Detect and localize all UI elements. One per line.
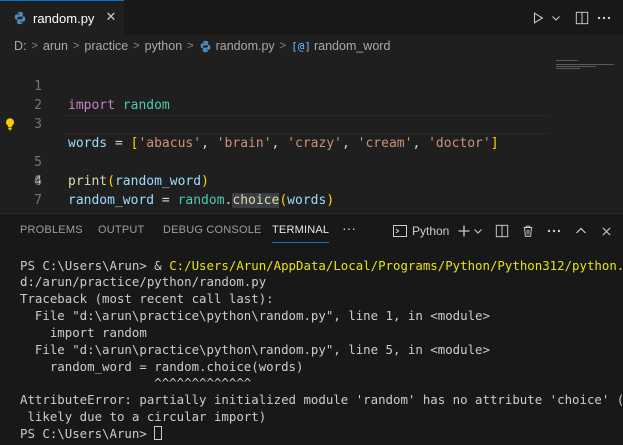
python-file-icon bbox=[200, 40, 210, 52]
terminal-line: likely due to a circular import) bbox=[20, 409, 267, 424]
code-line-7: 7 bbox=[0, 172, 623, 208]
minimap[interactable] bbox=[556, 60, 616, 72]
lightbulb-icon[interactable] bbox=[3, 117, 17, 131]
code-editor[interactable]: 1 import random 2 3 words = ['abacus', '… bbox=[0, 57, 623, 227]
close-tab-icon[interactable]: ✕ bbox=[103, 9, 119, 25]
terminal-line: d:/arun/practice/python/random.py bbox=[20, 274, 267, 289]
terminal-line: import random bbox=[20, 325, 147, 340]
terminal-line: random_word = random.choice(words) bbox=[20, 359, 304, 374]
terminal-prompt: PS C:\Users\Arun> bbox=[20, 426, 155, 441]
panel-more-tabs-icon[interactable]: ··· bbox=[342, 220, 356, 236]
terminal-line: File "d:\arun\practice\python\random.py"… bbox=[20, 342, 490, 357]
code-line-4: 4 random_word = random.choice(words) bbox=[0, 115, 623, 208]
editor-actions bbox=[529, 0, 623, 35]
breadcrumb: D: > arun > practice > python > random.p… bbox=[0, 35, 623, 57]
trash-icon[interactable] bbox=[521, 221, 535, 241]
close-panel-icon[interactable] bbox=[601, 221, 612, 241]
terminal-cursor bbox=[154, 426, 163, 440]
breadcrumb-folder-python[interactable]: python bbox=[145, 39, 183, 53]
tab-problems[interactable]: PROBLEMS bbox=[20, 224, 83, 236]
editor-tab-bar: random.py ✕ bbox=[0, 0, 623, 35]
maximize-panel-chevron-up-icon[interactable] bbox=[575, 221, 587, 241]
terminal-dropdown-chevron-icon[interactable] bbox=[473, 221, 483, 241]
chevron-right-icon: > bbox=[31, 40, 38, 52]
bottom-panel: PROBLEMS OUTPUT DEBUG CONSOLE TERMINAL ·… bbox=[0, 213, 623, 445]
terminal-line: Traceback (most recent call last): bbox=[20, 291, 274, 306]
more-actions-icon[interactable] bbox=[595, 9, 613, 27]
tab-debug-console[interactable]: DEBUG CONSOLE bbox=[163, 224, 262, 236]
run-python-file-icon[interactable] bbox=[529, 9, 547, 27]
terminal-profile-label: Python bbox=[412, 224, 450, 238]
run-dropdown-chevron-icon[interactable] bbox=[551, 9, 561, 27]
terminal-profile-button[interactable]: Python bbox=[392, 221, 449, 241]
chevron-right-icon: > bbox=[72, 40, 80, 52]
terminal-command-path: C:/Users/Arun/AppData/Local/Programs/Pyt… bbox=[169, 258, 623, 273]
python-file-icon bbox=[14, 11, 26, 25]
terminal-icon bbox=[393, 225, 407, 237]
breadcrumb-drive[interactable]: D: bbox=[14, 39, 27, 53]
breadcrumb-folder-arun[interactable]: arun bbox=[43, 39, 68, 53]
terminal-line: PS C:\Users\Arun> bbox=[20, 426, 163, 442]
code-line-3: 3 words = ['abacus', 'brain', 'crazy', '… bbox=[0, 96, 623, 151]
code-line-5: 5 print(random_word) bbox=[0, 134, 623, 189]
tab-label: random.py bbox=[33, 10, 95, 26]
code-line-6: 6 bbox=[0, 153, 623, 189]
tab-random-py[interactable]: random.py ✕ bbox=[0, 0, 124, 35]
new-terminal-icon[interactable] bbox=[457, 221, 471, 241]
breadcrumb-file[interactable]: random.py bbox=[216, 39, 275, 53]
tab-output[interactable]: OUTPUT bbox=[98, 224, 144, 236]
tab-terminal[interactable]: TERMINAL bbox=[272, 224, 330, 243]
split-terminal-icon[interactable] bbox=[495, 221, 509, 241]
panel-actions: Python bbox=[392, 220, 620, 242]
code-line-1: 1 import random bbox=[0, 58, 623, 113]
breadcrumb-symbol[interactable]: random_word bbox=[314, 39, 390, 53]
current-line-highlight bbox=[64, 115, 549, 134]
breadcrumb-folder-practice[interactable]: practice bbox=[84, 39, 128, 53]
panel-tab-bar: PROBLEMS OUTPUT DEBUG CONSOLE TERMINAL ·… bbox=[0, 214, 623, 249]
terminal-prompt: PS C:\Users\Arun> & bbox=[20, 258, 170, 273]
terminal-line: AttributeError: partially initialized mo… bbox=[20, 392, 623, 407]
terminal-line: ^^^^^^^^^^^^^ bbox=[20, 375, 252, 390]
code-line-8: 8 bbox=[0, 191, 623, 227]
chevron-right-icon: > bbox=[187, 40, 194, 52]
variable-symbol-icon: [@] bbox=[291, 39, 311, 53]
terminal-line: File "d:\arun\practice\python\random.py"… bbox=[20, 308, 490, 323]
chevron-right-icon: > bbox=[279, 40, 287, 52]
panel-more-actions-icon[interactable] bbox=[547, 221, 561, 241]
code-line-2: 2 bbox=[0, 77, 623, 113]
split-editor-icon[interactable] bbox=[573, 9, 591, 27]
terminal-line: PS C:\Users\Arun> & C:/Users/Arun/AppDat… bbox=[20, 258, 623, 274]
chevron-right-icon: > bbox=[133, 40, 140, 52]
